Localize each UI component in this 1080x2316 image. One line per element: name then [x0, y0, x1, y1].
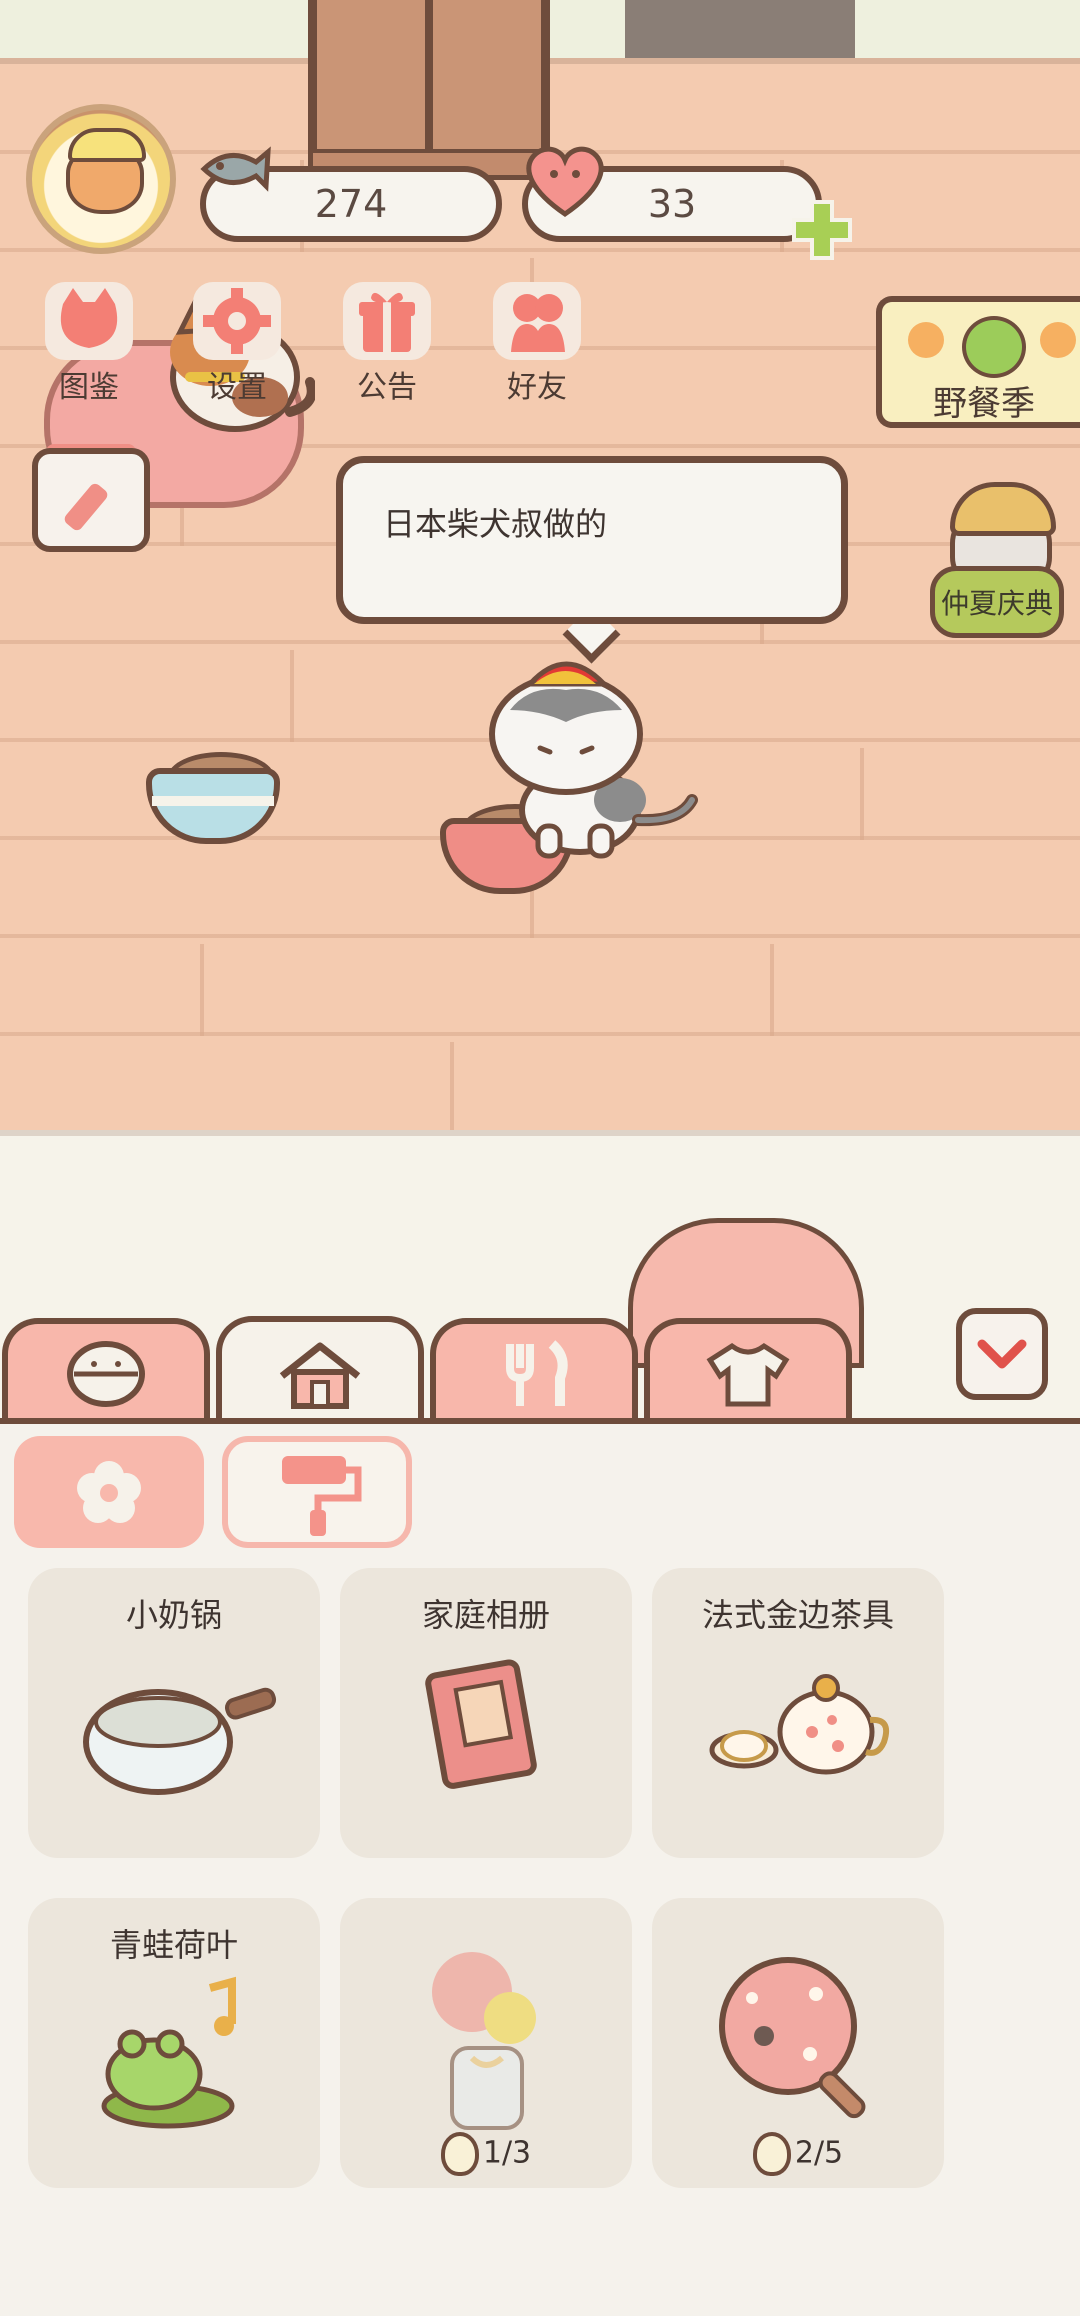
tab-food-storage[interactable] — [2, 1318, 210, 1424]
cat-with-cap[interactable] — [480, 650, 710, 860]
wardrobe-door-left — [313, 0, 429, 153]
summer-festival-button[interactable]: 仲夏庆典 — [930, 474, 1064, 642]
tab-dining[interactable] — [430, 1318, 638, 1424]
frog-lily-pad-icon — [101, 1976, 236, 2129]
subtab-decorations[interactable] — [14, 1436, 204, 1548]
apple-icon — [962, 316, 1026, 378]
item-card-milk-pot[interactable]: 小奶锅 — [28, 1568, 320, 1858]
egg-icon — [440, 2132, 479, 2176]
item-progress-count: 1/3 — [482, 2135, 532, 2171]
item-card-flower-jar[interactable]: 1/3 — [340, 1898, 632, 2188]
wardrobe[interactable] — [308, 0, 550, 180]
collapse-panel-button[interactable] — [956, 1308, 1048, 1400]
menu-button-friends[interactable]: 好友 — [478, 282, 596, 405]
summer-festival-label: 仲夏庆典 — [930, 566, 1064, 638]
menu-label: 好友 — [507, 370, 567, 405]
chevron-down-icon — [977, 1339, 1027, 1369]
pencil-icon — [64, 483, 108, 531]
item-name: 小奶锅 — [125, 1596, 222, 1634]
flower-icon — [908, 322, 944, 358]
milk-pot-icon — [83, 1687, 277, 1795]
item-name: 家庭相册 — [421, 1596, 550, 1634]
flower-jar-icon — [432, 1952, 536, 2130]
house-icon — [279, 1342, 361, 1409]
brick-seam — [770, 944, 774, 1036]
menu-label: 设置 — [207, 370, 267, 405]
heart-icon — [526, 146, 604, 218]
subtab-wallpaper[interactable] — [222, 1436, 412, 1548]
paint-roller-icon — [282, 1456, 362, 1536]
brick-seam — [450, 1042, 454, 1130]
fish-icon — [200, 146, 271, 192]
item-card-family-album[interactable]: 家庭相册 — [340, 1568, 632, 1858]
paper-fan-icon — [719, 1957, 866, 2119]
menu-button-announcement[interactable]: 公告 — [328, 282, 446, 405]
fish-count: 274 — [314, 182, 388, 226]
avatar-hat — [68, 128, 146, 162]
memo-button[interactable] — [32, 448, 150, 552]
menu-button-collection[interactable]: 图鉴 — [30, 282, 148, 405]
egg-icon — [752, 2132, 791, 2176]
tab-clothing[interactable] — [644, 1318, 852, 1424]
add-hearts-button[interactable] — [788, 196, 856, 264]
cat-face-icon — [45, 282, 133, 360]
item-progress: 2/5 — [652, 2132, 944, 2176]
room-scene[interactable]: 274 33 图鉴 设置 公告 好友 野餐季 仲夏庆典 日本柴犬叔做的 — [0, 0, 1080, 1130]
item-card-paper-fan[interactable]: 2/5 — [652, 1898, 944, 2188]
straw-hat-icon — [950, 482, 1056, 536]
menu-label: 图鉴 — [59, 370, 119, 405]
flower-icon — [77, 1461, 141, 1523]
friends-icon — [493, 282, 581, 360]
gift-icon — [343, 282, 431, 360]
menu-button-settings[interactable]: 设置 — [178, 282, 296, 405]
item-card-frog-lily-pad[interactable]: 青蛙荷叶 — [28, 1898, 320, 2188]
item-name: 法式金边茶具 — [701, 1596, 894, 1634]
item-progress: 1/3 — [340, 2132, 632, 2176]
heart-count: 33 — [647, 182, 697, 226]
picnic-label: 野餐季 — [933, 384, 1035, 424]
shirt-icon — [706, 1342, 790, 1407]
picnic-season-banner[interactable]: 野餐季 — [876, 296, 1080, 428]
flower-icon — [1040, 322, 1076, 358]
speech-bubble: 日本柴犬叔做的 — [336, 456, 848, 624]
rice-ball-icon — [67, 1341, 145, 1407]
tab-furniture[interactable] — [216, 1316, 424, 1426]
utensils-icon — [506, 1340, 568, 1406]
menu-label: 公告 — [357, 370, 417, 405]
player-avatar[interactable] — [26, 104, 176, 254]
brick-seam — [200, 944, 204, 1036]
item-name: 青蛙荷叶 — [109, 1926, 238, 1964]
wardrobe-door-right — [429, 0, 545, 153]
dark-shelf — [625, 0, 855, 58]
brick-seam — [290, 650, 294, 742]
floor-area — [0, 1130, 1080, 1326]
tea-set-icon — [709, 1674, 890, 1775]
item-progress-count: 2/5 — [794, 2135, 844, 2171]
gear-icon — [193, 282, 281, 360]
item-card-tea-set[interactable]: 法式金边茶具 — [652, 1568, 944, 1858]
brick-seam — [860, 748, 864, 840]
speech-text: 日本柴犬叔做的 — [383, 505, 608, 543]
blue-food-bowl[interactable] — [146, 768, 280, 844]
photo-album-icon — [425, 1659, 537, 1789]
